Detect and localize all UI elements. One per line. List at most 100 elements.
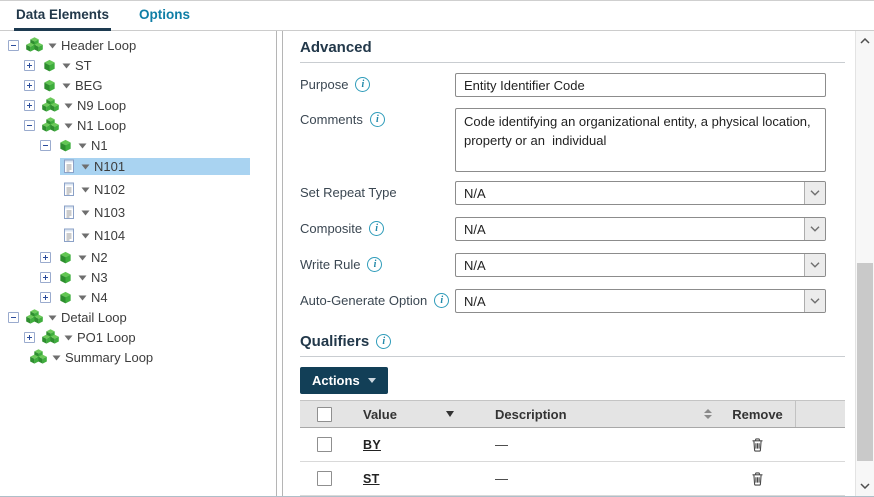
tree-item-n103[interactable]: N103: [0, 201, 276, 224]
tree-item-content[interactable]: N2: [56, 249, 250, 266]
tree-item-content[interactable]: Detail Loop: [24, 308, 250, 326]
caret-down-icon[interactable]: [78, 275, 87, 281]
tree-item-summary-loop[interactable]: Summary Loop: [0, 347, 276, 367]
tree-item-n101[interactable]: N101: [0, 155, 276, 178]
row-checkbox[interactable]: [316, 471, 332, 486]
trash-icon[interactable]: [750, 471, 765, 487]
actions-button[interactable]: Actions: [300, 367, 388, 394]
collapse-icon[interactable]: [8, 39, 19, 51]
set-repeat-type-select[interactable]: N/A: [455, 181, 826, 205]
info-icon[interactable]: i: [434, 293, 450, 308]
tree-item-label: N101: [94, 159, 126, 174]
tree-item-content[interactable]: N104: [60, 227, 250, 244]
vertical-scrollbar[interactable]: [855, 31, 874, 496]
tree-item-n9-loop[interactable]: N9 Loop: [0, 95, 276, 115]
scroll-up-icon[interactable]: [856, 38, 874, 44]
caret-down-icon[interactable]: [62, 63, 71, 69]
tree-item-detail-loop[interactable]: Detail Loop: [0, 307, 276, 327]
comments-field[interactable]: Code identifying an organizational entit…: [455, 108, 826, 172]
tree-item-st[interactable]: ST: [0, 55, 276, 75]
tree-item-n3[interactable]: N3: [0, 267, 276, 287]
qualifier-value-link[interactable]: ST: [363, 472, 380, 486]
info-icon[interactable]: i: [355, 77, 371, 92]
tree-item-content[interactable]: N103: [60, 204, 250, 221]
caret-down-icon[interactable]: [78, 295, 87, 301]
caret-down-icon[interactable]: [81, 210, 90, 216]
tree-item-beg[interactable]: BEG: [0, 75, 276, 95]
caret-down-icon[interactable]: [78, 255, 87, 261]
scrollbar-thumb[interactable]: [857, 263, 873, 461]
expand-icon[interactable]: [24, 331, 35, 343]
sort-both-icon[interactable]: [704, 409, 712, 419]
tree-item-content[interactable]: N101: [60, 158, 250, 175]
collapse-icon[interactable]: [8, 311, 19, 323]
caret-down-icon[interactable]: [78, 143, 87, 149]
tree-item-content[interactable]: ST: [40, 57, 250, 74]
composite-select[interactable]: N/A: [455, 217, 826, 241]
collapse-icon[interactable]: [24, 119, 35, 131]
tree-item-n104[interactable]: N104: [0, 224, 276, 247]
tree-item-content[interactable]: N4: [56, 289, 250, 306]
select-all-checkbox[interactable]: [316, 406, 332, 422]
section-divider: [300, 356, 845, 357]
tree-item-content[interactable]: BEG: [40, 77, 250, 94]
column-header-description[interactable]: Description: [495, 407, 567, 422]
caret-down-icon[interactable]: [62, 83, 71, 89]
write-rule-select[interactable]: N/A: [455, 253, 826, 277]
chevron-down-icon[interactable]: [804, 290, 825, 312]
table-spare-column: [795, 401, 845, 427]
tree-item-header-loop[interactable]: Header Loop: [0, 35, 276, 55]
element-icon: [62, 228, 76, 243]
tab-options[interactable]: Options: [137, 1, 192, 31]
expand-icon[interactable]: [24, 99, 35, 111]
caret-down-icon[interactable]: [81, 187, 90, 193]
tree-item-content[interactable]: PO1 Loop: [40, 328, 250, 346]
chevron-down-icon[interactable]: [804, 254, 825, 276]
chevron-down-icon[interactable]: [804, 182, 825, 204]
trash-icon[interactable]: [750, 437, 765, 453]
info-icon[interactable]: i: [369, 221, 385, 236]
tree-item-n1[interactable]: N1: [0, 135, 276, 155]
expand-icon[interactable]: [40, 291, 51, 303]
caret-down-icon[interactable]: [48, 43, 57, 49]
caret-down-icon[interactable]: [81, 233, 90, 239]
chevron-down-icon[interactable]: [804, 218, 825, 240]
tree-item-n1-loop[interactable]: N1 Loop: [0, 115, 276, 135]
info-icon[interactable]: i: [367, 257, 383, 272]
tree-item-po1-loop[interactable]: PO1 Loop: [0, 327, 276, 347]
tree-item-n2[interactable]: N2: [0, 247, 276, 267]
info-icon[interactable]: i: [369, 112, 385, 127]
tree-item-label: ST: [75, 57, 92, 73]
tree-item-content[interactable]: Header Loop: [24, 36, 250, 54]
info-icon[interactable]: i: [376, 334, 392, 349]
tree-item-content[interactable]: Summary Loop: [28, 348, 250, 366]
expand-icon[interactable]: [40, 251, 51, 263]
tree-item-content[interactable]: N3: [56, 269, 250, 286]
caret-down-icon[interactable]: [52, 355, 61, 361]
expand-icon[interactable]: [24, 79, 35, 91]
tree-item-n4[interactable]: N4: [0, 287, 276, 307]
tree-item-n102[interactable]: N102: [0, 178, 276, 201]
tab-bar: Data Elements Options: [0, 1, 874, 31]
caret-down-icon[interactable]: [81, 164, 90, 170]
qualifier-value-link[interactable]: BY: [363, 438, 381, 452]
caret-down-icon[interactable]: [48, 315, 57, 321]
caret-down-icon[interactable]: [64, 103, 73, 109]
sort-desc-icon[interactable]: [446, 411, 454, 417]
scroll-down-icon[interactable]: [856, 483, 874, 489]
collapse-icon[interactable]: [40, 139, 51, 151]
tree-item-content[interactable]: N102: [60, 181, 250, 198]
auto-generate-option-select[interactable]: N/A: [455, 289, 826, 313]
tree-item-content[interactable]: N1: [56, 137, 250, 154]
tab-data-elements[interactable]: Data Elements: [14, 1, 112, 31]
caret-down-icon[interactable]: [64, 123, 73, 129]
caret-down-icon[interactable]: [64, 335, 73, 341]
column-header-value[interactable]: Value: [363, 407, 397, 422]
expand-icon[interactable]: [40, 271, 51, 283]
tree-item-content[interactable]: N9 Loop: [40, 96, 250, 114]
tree-item-content[interactable]: N1 Loop: [40, 116, 250, 134]
row-checkbox[interactable]: [316, 437, 332, 452]
purpose-field[interactable]: [455, 73, 826, 97]
expand-icon[interactable]: [24, 59, 35, 71]
qualifier-row-by: BY —: [300, 428, 845, 462]
